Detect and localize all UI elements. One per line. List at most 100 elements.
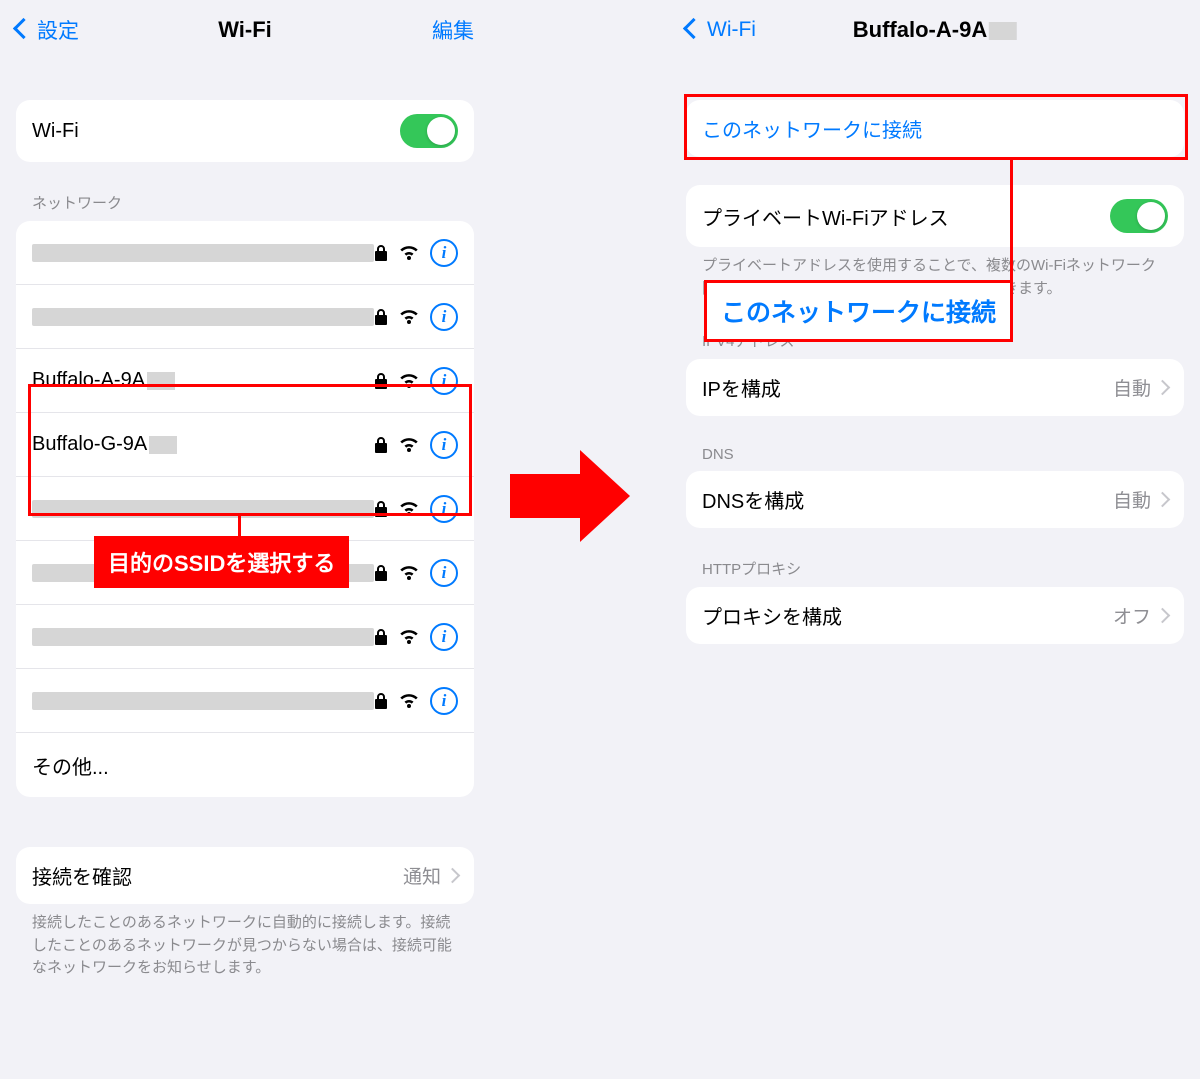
join-group: このネットワークに接続 (686, 100, 1184, 157)
proxy-config-value: オフ (1113, 602, 1151, 629)
annotation-connector (238, 516, 241, 538)
ask-footer: 接続したことのあるネットワークに自動的に接続します。接続したことのあるネットワー… (32, 912, 458, 980)
wifi-signal-icon (398, 564, 420, 582)
proxy-group: プロキシを構成 オフ (686, 587, 1184, 644)
back-button[interactable]: Wi-Fi (686, 18, 756, 42)
join-network-row[interactable]: このネットワークに接続 (686, 100, 1184, 157)
lock-icon (374, 564, 388, 582)
network-name (32, 244, 374, 262)
title-text: Buffalo-A-9A (853, 17, 987, 42)
redacted-suffix (989, 22, 1017, 40)
network-name (32, 308, 374, 326)
lock-icon (374, 436, 388, 454)
network-icons: i (374, 431, 458, 459)
wifi-signal-icon (398, 628, 420, 646)
wifi-toggle-group: Wi-Fi (16, 100, 474, 162)
dns-group: DNSを構成 自動 (686, 471, 1184, 528)
private-addr-row: プライベートWi-Fiアドレス (686, 185, 1184, 247)
wifi-signal-icon (398, 308, 420, 326)
back-button[interactable]: 設定 (16, 15, 79, 45)
info-icon[interactable]: i (430, 239, 458, 267)
network-row[interactable]: i (16, 669, 474, 733)
ask-to-join-group: 接続を確認 通知 (16, 847, 474, 904)
wifi-signal-icon (398, 244, 420, 262)
proxy-config-row[interactable]: プロキシを構成 オフ (686, 587, 1184, 644)
network-name (32, 500, 374, 518)
back-label: Wi-Fi (707, 18, 756, 42)
network-name (32, 692, 374, 710)
chevron-right-icon (447, 864, 458, 887)
edit-button[interactable]: 編集 (432, 15, 474, 45)
page-title: Wi-Fi (218, 17, 272, 43)
chevron-right-icon (1157, 376, 1168, 399)
annotation-callout: 目的のSSIDを選択する (94, 536, 349, 588)
network-icons: i (374, 559, 458, 587)
info-icon[interactable]: i (430, 559, 458, 587)
network-row[interactable]: i (16, 477, 474, 541)
ipv4-group: IPを構成 自動 (686, 359, 1184, 416)
network-icons: i (374, 239, 458, 267)
wifi-signal-icon (398, 372, 420, 390)
other-label: その他... (32, 751, 458, 780)
network-icons: i (374, 687, 458, 715)
chevron-right-icon (1157, 604, 1168, 627)
annotation-callout: このネットワークに接続 (704, 280, 1013, 342)
ip-config-row[interactable]: IPを構成 自動 (686, 359, 1184, 416)
lock-icon (374, 500, 388, 518)
ip-config-value: 自動 (1113, 374, 1151, 401)
info-icon[interactable]: i (430, 623, 458, 651)
wifi-detail-screen: Wi-Fi Buffalo-A-9A このネットワークに接続 プライベートWi-… (670, 0, 1200, 1079)
lock-icon (374, 308, 388, 326)
annotation-connector (1010, 160, 1013, 280)
proxy-header: HTTPプロキシ (702, 558, 1168, 579)
info-icon[interactable]: i (430, 495, 458, 523)
lock-icon (374, 628, 388, 646)
other-network-row[interactable]: その他... (16, 733, 474, 797)
dns-config-row[interactable]: DNSを構成 自動 (686, 471, 1184, 528)
network-icons: i (374, 495, 458, 523)
private-addr-toggle[interactable] (1110, 199, 1168, 233)
network-icons: i (374, 623, 458, 651)
page-title: Buffalo-A-9A (853, 17, 1017, 43)
navbar: Wi-Fi Buffalo-A-9A (670, 0, 1200, 60)
dns-config-value: 自動 (1113, 486, 1151, 513)
wifi-toggle-row: Wi-Fi (16, 100, 474, 162)
wifi-list-screen: 設定 Wi-Fi 編集 Wi-Fi ネットワーク iiBuffalo-A-9Ai… (0, 0, 490, 1079)
ask-to-join-value: 通知 (403, 862, 441, 889)
network-row[interactable]: i (16, 285, 474, 349)
networks-header: ネットワーク (32, 192, 458, 213)
chevron-right-icon (1157, 488, 1168, 511)
networks-group: i i Buffalo-A-9A i Buffalo-G-9A i i i i i その他... (16, 221, 474, 797)
chevron-left-icon (16, 18, 35, 42)
arrow-right-icon (510, 450, 630, 540)
wifi-toggle[interactable] (400, 114, 458, 148)
network-name: Buffalo-A-9A (32, 369, 374, 392)
network-icons: i (374, 303, 458, 331)
ask-to-join-label: 接続を確認 (32, 861, 403, 890)
redacted-suffix (147, 372, 175, 390)
wifi-signal-icon (398, 500, 420, 518)
network-row[interactable]: Buffalo-A-9A i (16, 349, 474, 413)
info-icon[interactable]: i (430, 687, 458, 715)
ip-config-label: IPを構成 (702, 373, 1113, 402)
info-icon[interactable]: i (430, 367, 458, 395)
redacted-suffix (149, 436, 177, 454)
navbar: 設定 Wi-Fi 編集 (0, 0, 490, 60)
dns-header: DNS (702, 446, 1168, 463)
network-row[interactable]: i (16, 221, 474, 285)
network-row[interactable]: Buffalo-G-9A i (16, 413, 474, 477)
wifi-signal-icon (398, 692, 420, 710)
private-addr-label: プライベートWi-Fiアドレス (702, 202, 1110, 231)
lock-icon (374, 372, 388, 390)
wifi-signal-icon (398, 436, 420, 454)
back-label: 設定 (37, 15, 79, 45)
info-icon[interactable]: i (430, 431, 458, 459)
network-name: Buffalo-G-9A (32, 433, 374, 456)
network-row[interactable]: i (16, 605, 474, 669)
lock-icon (374, 244, 388, 262)
dns-config-label: DNSを構成 (702, 485, 1113, 514)
info-icon[interactable]: i (430, 303, 458, 331)
private-addr-group: プライベートWi-Fiアドレス (686, 185, 1184, 247)
ask-to-join-row[interactable]: 接続を確認 通知 (16, 847, 474, 904)
proxy-config-label: プロキシを構成 (702, 601, 1113, 630)
